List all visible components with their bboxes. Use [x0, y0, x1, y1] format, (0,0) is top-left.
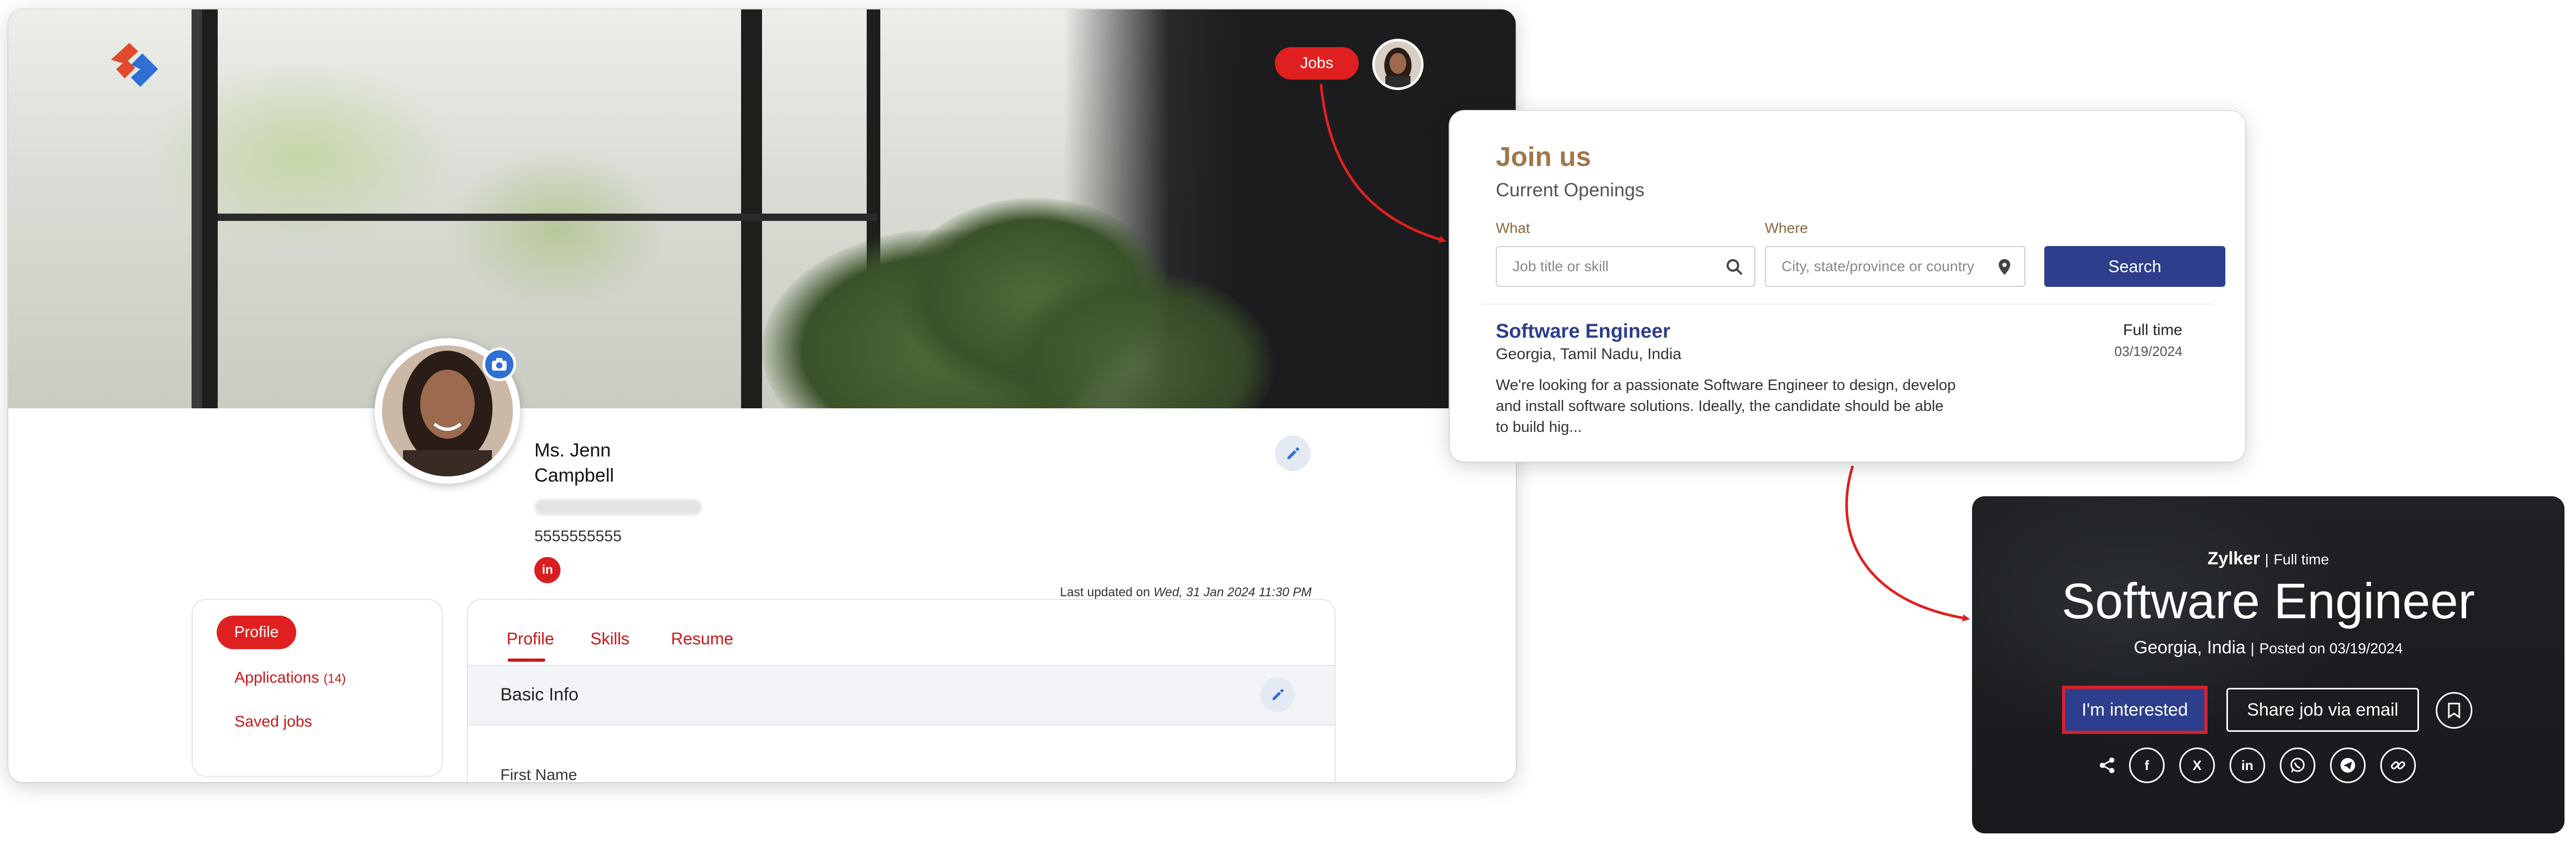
job-listing-title-link[interactable]: Software Engineer: [1496, 320, 1671, 343]
sidebar-item-saved-jobs[interactable]: Saved jobs: [234, 713, 312, 731]
candidate-name: Ms. Jenn Campbell: [534, 439, 614, 486]
edit-profile-pencil-icon[interactable]: [1275, 436, 1311, 471]
where-label: Where: [1765, 220, 1808, 236]
share-icon: [2100, 757, 2114, 773]
candidate-phone: 5555555555: [534, 528, 622, 545]
job-listing-date: 03/19/2024: [2114, 343, 2182, 359]
first-name-label: First Name: [500, 766, 577, 782]
tab-profile[interactable]: Profile: [507, 629, 554, 649]
job-listing-description: We're looking for a passionate Software …: [1496, 377, 1956, 436]
join-title: Join us: [1496, 142, 1592, 172]
divider: [1481, 304, 2214, 305]
change-photo-camera-icon[interactable]: [483, 348, 516, 381]
job-detail-hero: Zylker | Full time Software Engineer Geo…: [1972, 496, 2564, 833]
basic-info-header: Basic Info: [468, 665, 1335, 726]
join-subtitle: Current Openings: [1496, 179, 1645, 200]
where-input[interactable]: City, state/province or country: [1765, 246, 2025, 287]
tab-resume[interactable]: Resume: [671, 629, 733, 649]
location-pin-icon: [1999, 259, 2010, 275]
x-icon[interactable]: X: [2179, 748, 2215, 783]
sidebar-item-applications[interactable]: Applications (14): [234, 669, 346, 687]
bookmark-icon[interactable]: [2436, 692, 2472, 729]
linkedin-icon[interactable]: in: [534, 557, 561, 583]
link-icon[interactable]: [2380, 748, 2416, 783]
linkedin-share-icon[interactable]: in: [2230, 748, 2265, 783]
current-openings-panel: Join us Current Openings What Job title …: [1450, 111, 2245, 462]
tab-skills[interactable]: Skills: [590, 629, 630, 649]
company-logo-icon[interactable]: [106, 39, 163, 96]
telegram-icon[interactable]: [2330, 748, 2366, 783]
whatsapp-icon[interactable]: [2280, 748, 2315, 783]
jobs-nav-button[interactable]: Jobs: [1275, 47, 1359, 80]
facebook-icon[interactable]: f: [2129, 748, 2165, 783]
hero-banner: Jobs: [8, 9, 1516, 408]
where-placeholder: City, state/province or country: [1782, 258, 1975, 274]
candidate-profile-page: Jobs Ms. Jenn Campbell 5555555555 in Las…: [8, 9, 1516, 782]
share-job-via-email-button[interactable]: Share job via email: [2226, 688, 2419, 732]
job-title: Software Engineer: [2062, 573, 2475, 629]
arrow-openings-to-job: [1845, 465, 1970, 622]
profile-sidebar: Profile Applications (14) Saved jobs: [192, 599, 443, 777]
sidebar-item-profile[interactable]: Profile: [217, 616, 296, 649]
search-icon: [1727, 259, 1743, 275]
search-button[interactable]: Search: [2044, 246, 2225, 287]
section-title: Basic Info: [500, 685, 579, 705]
job-listing-type: Full time: [2123, 321, 2182, 339]
active-tab-indicator: [508, 659, 545, 662]
candidate-email-redacted: [534, 499, 702, 515]
job-listing-location: Georgia, Tamil Nadu, India: [1496, 346, 1682, 363]
last-updated-text: Last updated on Wed, 31 Jan 2024 11:30 P…: [1060, 585, 1312, 599]
what-label: What: [1496, 220, 1530, 236]
im-interested-button[interactable]: I'm interested: [2062, 686, 2208, 734]
what-placeholder: Job title or skill: [1513, 258, 1609, 274]
job-company-line: Zylker | Full time: [2207, 549, 2329, 569]
profile-content-card: Profile Skills Resume Basic Info First N…: [467, 599, 1336, 782]
user-avatar[interactable]: [1372, 39, 1424, 90]
edit-basic-info-pencil-icon[interactable]: [1260, 677, 1295, 712]
job-meta-line: Georgia, India | Posted on 03/19/2024: [2134, 638, 2403, 657]
what-input[interactable]: Job title or skill: [1496, 246, 1755, 287]
